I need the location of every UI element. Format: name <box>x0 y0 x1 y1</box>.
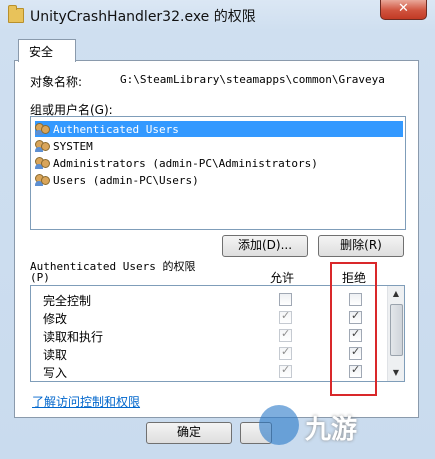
tab-security[interactable]: 安全 <box>18 39 76 62</box>
watermark-text: 九游 <box>305 415 358 445</box>
allow-checkbox[interactable] <box>279 327 292 342</box>
watermark-logo-icon <box>259 405 299 445</box>
users-icon <box>35 140 50 152</box>
permissions-scrollbar[interactable]: ▲ ▼ <box>387 286 404 381</box>
close-button[interactable]: ✕ <box>380 0 427 20</box>
permissions-accel: (P) <box>30 271 50 284</box>
allow-checkbox[interactable] <box>279 309 292 324</box>
user-label: Administrators (admin-PC\Administrators) <box>53 157 318 170</box>
deny-highlight-box <box>330 262 377 396</box>
list-item[interactable]: Administrators (admin-PC\Administrators) <box>35 155 318 171</box>
users-icon <box>35 174 50 186</box>
permission-name: 修改 <box>43 312 68 326</box>
allow-checkbox[interactable] <box>279 293 292 306</box>
allow-checkbox[interactable] <box>279 345 292 360</box>
window-title: UnityCrashHandler32.exe 的权限 <box>30 9 256 25</box>
folder-icon <box>8 5 24 23</box>
permission-name: 写入 <box>43 366 68 380</box>
access-control-help-link[interactable]: 了解访问控制和权限 <box>32 393 140 410</box>
permission-name: 读取和执行 <box>43 330 104 344</box>
remove-button[interactable]: 删除(R) <box>318 235 404 257</box>
user-list[interactable]: Authenticated Users SYSTEM Administrator… <box>30 116 406 230</box>
list-item[interactable]: Authenticated Users <box>35 121 403 137</box>
list-item[interactable]: SYSTEM <box>35 138 93 154</box>
permission-name: 读取 <box>43 348 68 362</box>
list-item[interactable]: Users (admin-PC\Users) <box>35 172 199 188</box>
ok-button[interactable]: 确定 <box>146 422 232 444</box>
user-label: Authenticated Users <box>53 123 179 136</box>
permissions-label: Authenticated Users 的权限 <box>30 260 196 273</box>
object-name-label: 对象名称: <box>30 75 83 89</box>
allow-checkbox[interactable] <box>279 363 292 378</box>
scroll-up-icon[interactable]: ▲ <box>388 286 404 302</box>
scroll-down-icon[interactable]: ▼ <box>388 365 404 381</box>
user-label: Users (admin-PC\Users) <box>53 174 199 187</box>
permissions-dialog: UnityCrashHandler32.exe 的权限 ✕ 安全 对象名称: G… <box>0 0 435 459</box>
users-icon <box>35 157 50 169</box>
scroll-thumb[interactable] <box>390 304 403 356</box>
object-name-value: G:\SteamLibrary\steamapps\common\Graveya <box>120 73 385 86</box>
watermark: 九游 <box>259 401 429 453</box>
users-icon <box>35 123 50 135</box>
user-label: SYSTEM <box>53 140 93 153</box>
tab-label: 安全 <box>29 45 54 59</box>
title-bar: UnityCrashHandler32.exe 的权限 ✕ <box>0 0 435 30</box>
add-button[interactable]: 添加(D)... <box>222 235 308 257</box>
permission-name: 完全控制 <box>43 294 92 308</box>
allow-header: 允许 <box>270 271 295 285</box>
